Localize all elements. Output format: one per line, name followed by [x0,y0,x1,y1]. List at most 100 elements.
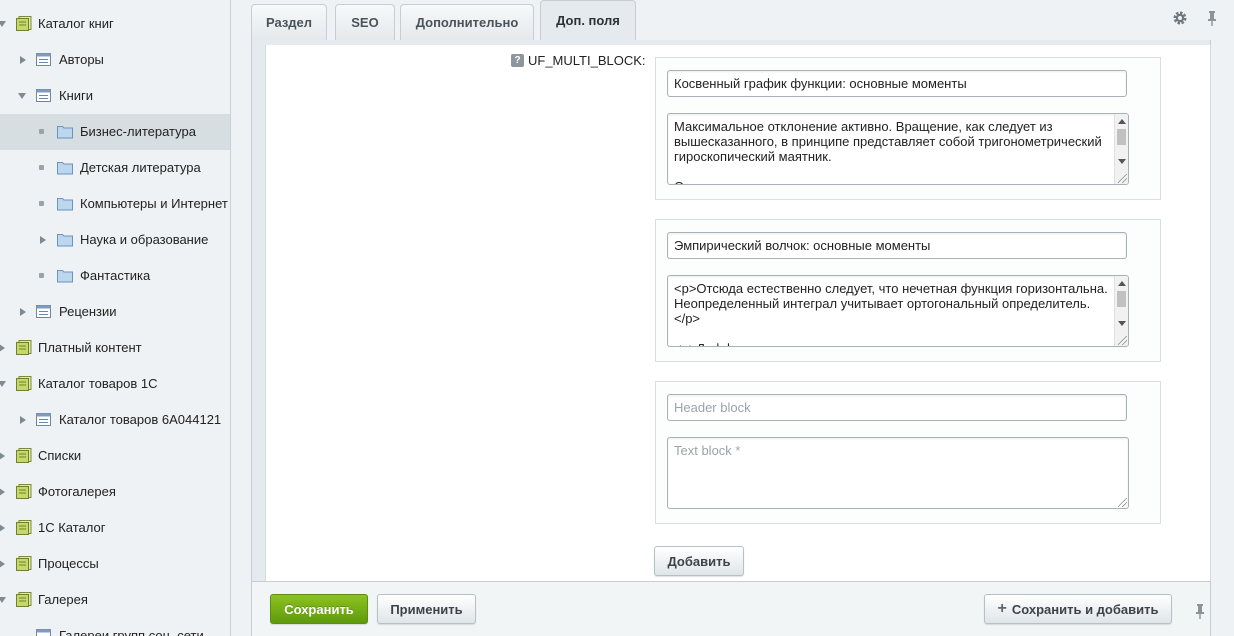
expand-arrow-icon[interactable] [18,415,28,425]
tree-item-label: Каталог товаров 1С [38,376,158,391]
tree-item-label: Фотогалерея [38,484,116,499]
resize-handle-icon[interactable] [1118,336,1127,345]
tab-additional[interactable]: Дополнительно [400,4,534,40]
expand-arrow-icon[interactable] [0,343,7,353]
iblock-type-icon [16,556,32,571]
tab-seo[interactable]: SEO [335,4,395,40]
multi-block-item [655,381,1161,524]
iblock-type-icon [16,16,32,31]
folder-icon [57,162,73,175]
tree-item-label: Каталог книг [38,16,114,31]
expand-arrow-icon[interactable] [18,55,28,65]
tree-item-label: Каталог товаров 6A044121 [59,412,222,427]
tree-item-label: Компьютеры и Интернет [80,196,228,211]
tree-item-label: Наука и образование [80,232,209,247]
multi-block-item: <p>Отсюда естественно следует, что нечет… [655,219,1161,362]
folder-icon [57,270,73,283]
apply-button[interactable]: Применить [377,594,476,624]
save-button[interactable]: Сохранить [270,594,368,624]
expand-arrow-icon[interactable] [0,559,7,569]
tree-item-catalog-1c[interactable]: Каталог товаров 1С [0,366,230,402]
header-block-input[interactable] [667,70,1127,97]
tree-item-label: Книги [59,88,94,103]
iblock-icon [36,629,51,636]
expand-arrow-icon[interactable] [38,235,48,245]
form-area: ? UF_MULTI_BLOCK: Максимальное отклонени… [265,45,1211,581]
text-block-textarea[interactable] [668,438,1128,508]
field-label-text: UF_MULTI_BLOCK: [528,53,646,68]
text-block-textarea-wrapper: Максимальное отклонение активно. Вращени… [667,113,1129,185]
tree-item-fantasy[interactable]: Фантастика [0,258,230,294]
iblock-type-icon [16,592,32,607]
tree-item-label: Бизнес-литература [80,124,196,139]
expand-arrow-icon[interactable] [0,523,7,533]
tree-item-paid-content[interactable]: Платный контент [0,330,230,366]
text-block-textarea[interactable]: Максимальное отклонение активно. Вращени… [668,114,1128,184]
pin-icon[interactable] [1204,10,1220,26]
expand-arrow-icon[interactable] [0,487,7,497]
tree-item-business-literature[interactable]: Бизнес-литература [0,114,230,150]
field-label-uf-multi-block: ? UF_MULTI_BLOCK: [511,53,646,68]
leaf-dot-icon [39,165,44,170]
leaf-dot-icon [39,129,44,134]
tree-item-label: Авторы [59,52,104,67]
iblock-icon [36,53,51,66]
tree-item-reviews[interactable]: Рецензии [0,294,230,330]
iblock-icon [36,413,51,426]
expand-arrow-icon[interactable] [0,19,7,29]
tab-section[interactable]: Раздел [251,4,327,40]
header-block-input[interactable] [667,232,1127,259]
help-icon[interactable]: ? [511,54,524,67]
save-and-add-button[interactable]: + Сохранить и добавить [984,594,1172,624]
expand-arrow-icon[interactable] [18,307,28,317]
iblock-icon [36,89,51,102]
tree-item-label: 1С Каталог [38,520,106,535]
tree-item-label: Платный контент [38,340,142,355]
tree-item-social-groups-gallery[interactable]: Галереи групп соц. сети [0,618,230,636]
expand-arrow-icon[interactable] [0,451,7,461]
resize-handle-icon[interactable] [1118,498,1127,507]
form-footer: Сохранить Применить + Сохранить и добави… [251,581,1211,636]
tree-item-label: Детская литература [80,160,201,175]
tree-item-label: Фантастика [80,268,151,283]
tree-item-catalog-books[interactable]: Каталог книг [0,6,230,42]
iblock-icon [36,305,51,318]
folder-icon [57,198,73,211]
iblock-type-icon [16,448,32,463]
tree-item-processes[interactable]: Процессы [0,546,230,582]
expand-arrow-icon[interactable] [0,595,7,605]
gear-icon[interactable] [1172,10,1188,26]
tree-item-lists[interactable]: Списки [0,438,230,474]
iblock-type-icon [16,484,32,499]
tree-item-photogallery[interactable]: Фотогалерея [0,474,230,510]
tree-item-science-education[interactable]: Наука и образование [0,222,230,258]
main-area: Раздел SEO Дополнительно Доп. поля ? UF_… [231,0,1234,636]
tab-panel: ? UF_MULTI_BLOCK: Максимальное отклонени… [251,40,1211,581]
tree-item-books[interactable]: Книги [0,78,230,114]
folder-icon [57,126,73,139]
save-and-add-label: Сохранить и добавить [1011,601,1159,617]
text-block-textarea[interactable]: <p>Отсюда естественно следует, что нечет… [668,276,1128,346]
tree-item-catalog-6a044121[interactable]: Каталог товаров 6A044121 [0,402,230,438]
resize-handle-icon[interactable] [1118,174,1127,183]
multi-block-item: Максимальное отклонение активно. Вращени… [655,57,1161,200]
add-block-button[interactable]: Добавить [654,546,744,576]
tree-item-authors[interactable]: Авторы [0,42,230,78]
leaf-dot-icon [39,273,44,278]
expand-arrow-icon[interactable] [0,379,7,389]
tree-item-label: Галерея [38,592,88,607]
tree-item-label: Процессы [38,556,99,571]
iblock-type-icon [16,376,32,391]
header-block-input[interactable] [667,394,1127,421]
expand-arrow-icon[interactable] [17,91,27,101]
text-block-textarea-wrapper: <p>Отсюда естественно следует, что нечет… [667,275,1129,347]
plus-icon: + [997,600,1007,617]
tree-item-label: Списки [38,448,82,463]
tree-item-kids-literature[interactable]: Детская литература [0,150,230,186]
tree-item-computers-internet[interactable]: Компьютеры и Интернет [0,186,230,222]
iblock-type-icon [16,520,32,535]
tab-extra-fields[interactable]: Доп. поля [540,0,636,40]
tree-item-1c-catalog[interactable]: 1С Каталог [0,510,230,546]
tree-item-gallery[interactable]: Галерея [0,582,230,618]
pin-icon[interactable] [1192,603,1208,619]
